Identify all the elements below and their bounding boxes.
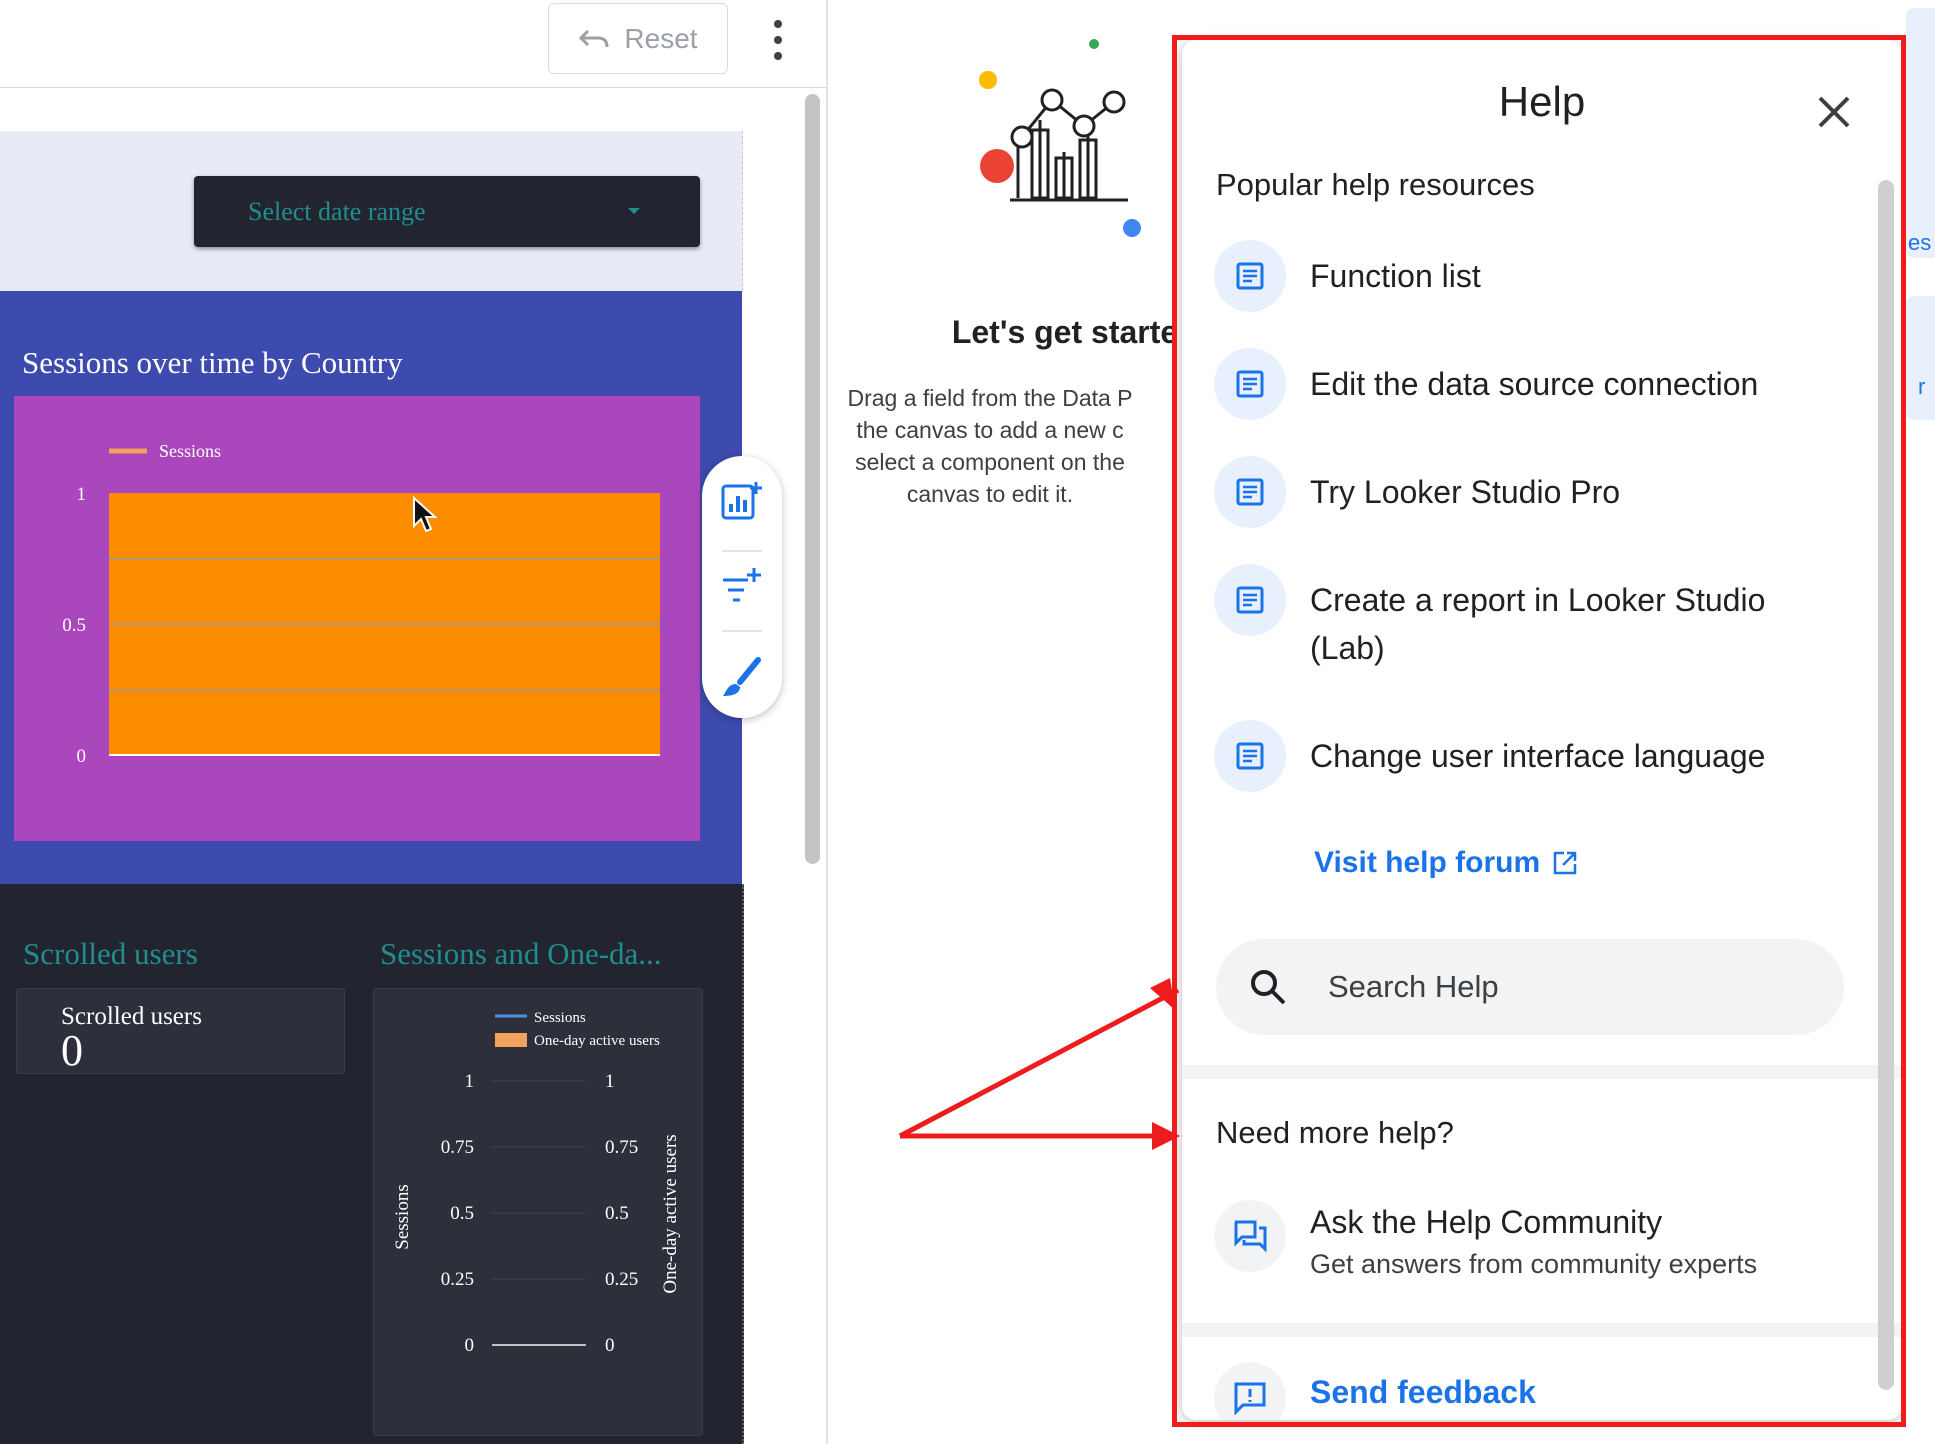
get-started-heading: Let's get starte (951, 314, 1179, 350)
scrolled-users-section-title: Scrolled users (23, 936, 198, 971)
getting-started-illustration-icon (979, 39, 1141, 237)
legend-label-active-users: One-day active users (534, 1033, 660, 1049)
right-tick: 0.25 (605, 1269, 638, 1290)
combo-chart[interactable]: Sessions One-day active users 1 0.75 0.5… (373, 988, 703, 1436)
right-panel-text: es (1908, 230, 1932, 255)
toolbar-separator (722, 630, 762, 632)
sessions-chart[interactable]: Sessions 1 0.5 0 (14, 396, 700, 841)
right-tick: 0 (605, 1335, 615, 1356)
legend-label-sessions: Sessions (159, 441, 221, 461)
get-started-line: select a component on the (855, 449, 1125, 475)
left-tick: 0.5 (450, 1203, 474, 1224)
right-tick: 0.5 (605, 1203, 629, 1224)
combo-chart-svg: Sessions One-day active users 1 0.75 0.5… (392, 1010, 681, 1356)
y-tick-label: 0 (77, 746, 87, 767)
toolbar-separator (722, 550, 762, 552)
get-started-line: Drag a field from the Data P (847, 385, 1133, 411)
add-filter-icon[interactable] (720, 566, 764, 606)
toolbar-divider (0, 87, 826, 88)
panel-divider (826, 0, 828, 1444)
right-panel-text: r (1918, 374, 1926, 399)
reset-button[interactable]: Reset (548, 3, 728, 74)
left-tick: 0.25 (441, 1269, 474, 1290)
right-tick: 0.75 (605, 1137, 638, 1158)
annotation-arrows (898, 978, 1180, 1150)
scorecard-scrolled-users[interactable]: Scrolled users 0 (16, 988, 345, 1075)
sessions-chart-title: Sessions over time by Country (22, 345, 403, 380)
reset-label: Reset (624, 22, 698, 54)
mouse-cursor-icon (413, 496, 438, 533)
legend-swatch-active-users (495, 1033, 527, 1047)
right-panel-card (1906, 8, 1935, 258)
y-tick-label: 1 (77, 484, 87, 505)
y-tick-label: 0.5 (62, 615, 86, 636)
right-side-panel: es r (1906, 0, 1935, 1444)
combo-chart-section-title: Sessions and One-da... (380, 936, 662, 971)
right-tick: 1 (605, 1071, 615, 1092)
paint-brush-icon[interactable] (720, 656, 764, 700)
sessions-chart-svg: Sessions 1 0.5 0 (62, 441, 660, 767)
left-axis-label: Sessions (392, 1184, 413, 1249)
date-range-label: Select date range (248, 196, 426, 226)
more-options-icon[interactable] (764, 16, 792, 64)
annotation-highlight-frame (1172, 35, 1906, 1427)
get-started-line: canvas to edit it. (906, 481, 1074, 507)
left-tick: 0.75 (441, 1137, 474, 1158)
right-panel-card (1906, 296, 1935, 420)
right-axis-label: One-day active users (660, 1134, 681, 1293)
add-chart-icon[interactable] (720, 480, 764, 522)
get-started-line: the canvas to add a new c (856, 417, 1124, 443)
canvas-scrollbar-thumb[interactable] (805, 94, 820, 864)
left-tick: 1 (465, 1071, 475, 1092)
date-range-selector[interactable]: Select date range (194, 176, 700, 247)
legend-label-sessions: Sessions (534, 1010, 586, 1026)
left-tick: 0 (465, 1335, 475, 1356)
dropdown-arrow-icon (628, 208, 640, 214)
undo-icon (579, 29, 609, 47)
scorecard-value: 0 (61, 1026, 83, 1075)
